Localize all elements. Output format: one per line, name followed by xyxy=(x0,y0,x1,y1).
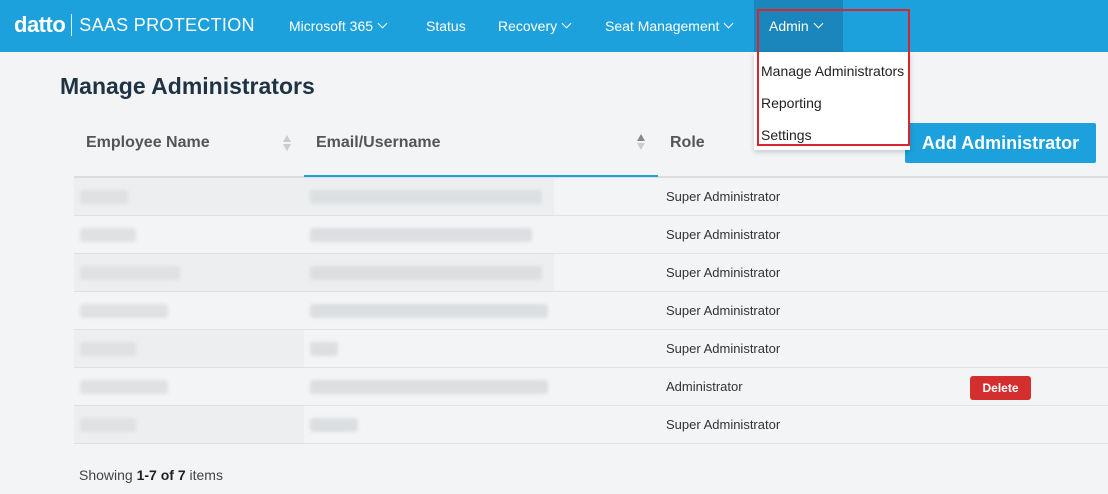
role-cell: Super Administrator xyxy=(666,303,781,318)
sorted-column-indicator xyxy=(304,175,658,177)
redacted-email xyxy=(310,227,532,242)
admin-dropdown-menu: Manage Administrators Reporting Settings xyxy=(754,52,910,150)
table-row: Super Administrator xyxy=(74,292,1108,330)
role-cell: Super Administrator xyxy=(666,265,781,280)
role-cell: Super Administrator xyxy=(666,417,781,432)
table-row: Super Administrator xyxy=(74,178,1108,216)
redacted-employee-name xyxy=(80,265,180,280)
nav-status[interactable]: Status xyxy=(426,0,466,52)
redacted-employee-name xyxy=(80,341,136,356)
chevron-down-icon xyxy=(813,18,824,29)
menu-item-reporting[interactable]: Reporting xyxy=(761,95,822,111)
redacted-email xyxy=(310,341,338,356)
redacted-employee-name xyxy=(80,303,168,318)
redacted-email xyxy=(310,303,548,318)
chevron-down-icon xyxy=(723,18,734,29)
nav-recovery[interactable]: Recovery xyxy=(498,0,572,52)
column-header-role[interactable]: Role xyxy=(670,110,705,176)
page-title: Manage Administrators xyxy=(60,73,315,99)
nav-label: Seat Management xyxy=(605,18,720,34)
delete-button[interactable]: Delete xyxy=(970,376,1031,400)
top-nav-bar: datto SAAS PROTECTION Microsoft 365 Stat… xyxy=(0,0,1108,52)
menu-item-manage-administrators[interactable]: Manage Administrators xyxy=(761,63,904,79)
pagination-total: 7 xyxy=(177,467,186,483)
pagination-of: of xyxy=(156,467,178,483)
pagination-suffix: items xyxy=(185,467,223,483)
column-header-label: Email/Username xyxy=(316,134,441,151)
pagination-range: 1-7 xyxy=(136,467,157,483)
redacted-employee-name xyxy=(80,379,168,394)
table-row: Super Administrator xyxy=(74,406,1108,444)
redacted-email xyxy=(310,189,542,204)
nav-admin[interactable]: Admin xyxy=(754,0,843,52)
sort-ascending-icon[interactable] xyxy=(636,134,646,152)
add-administrator-button[interactable]: Add Administrator xyxy=(905,123,1096,163)
chevron-down-icon xyxy=(377,18,388,29)
pagination-summary: Showing 1-7 of 7 items xyxy=(79,467,223,483)
datto-logo: datto xyxy=(14,12,66,37)
redacted-employee-name xyxy=(80,227,136,242)
nav-microsoft-365[interactable]: Microsoft 365 xyxy=(289,0,388,52)
column-header-label: Role xyxy=(670,134,705,151)
table-row: Super Administrator xyxy=(74,330,1108,368)
nav-seat-management[interactable]: Seat Management xyxy=(605,0,734,52)
redacted-employee-name xyxy=(80,189,128,204)
nav-label: Microsoft 365 xyxy=(289,18,374,34)
role-cell: Administrator xyxy=(666,379,743,394)
pagination-prefix: Showing xyxy=(79,467,137,483)
role-cell: Super Administrator xyxy=(666,189,781,204)
nav-label: Admin xyxy=(769,18,809,34)
redacted-email xyxy=(310,379,548,394)
brand[interactable]: datto SAAS PROTECTION xyxy=(14,12,255,38)
chevron-down-icon xyxy=(561,18,572,29)
nav-label: Recovery xyxy=(498,18,558,34)
table-row: Super Administrator xyxy=(74,254,1108,292)
brand-divider xyxy=(71,14,73,36)
column-header-email[interactable]: Email/Username xyxy=(316,110,441,176)
column-header-label: Employee Name xyxy=(86,134,210,151)
redacted-employee-name xyxy=(80,417,136,432)
redacted-email xyxy=(310,417,358,432)
table-row: Administrator Delete xyxy=(74,368,1108,406)
product-name: SAAS PROTECTION xyxy=(79,14,255,35)
column-header-employee-name[interactable]: Employee Name xyxy=(86,110,210,176)
menu-item-settings[interactable]: Settings xyxy=(761,127,812,143)
sort-icon[interactable] xyxy=(282,135,292,153)
table-row: Super Administrator xyxy=(74,216,1108,254)
redacted-email xyxy=(310,265,542,280)
role-cell: Super Administrator xyxy=(666,227,781,242)
nav-label: Status xyxy=(426,18,466,34)
role-cell: Super Administrator xyxy=(666,341,781,356)
